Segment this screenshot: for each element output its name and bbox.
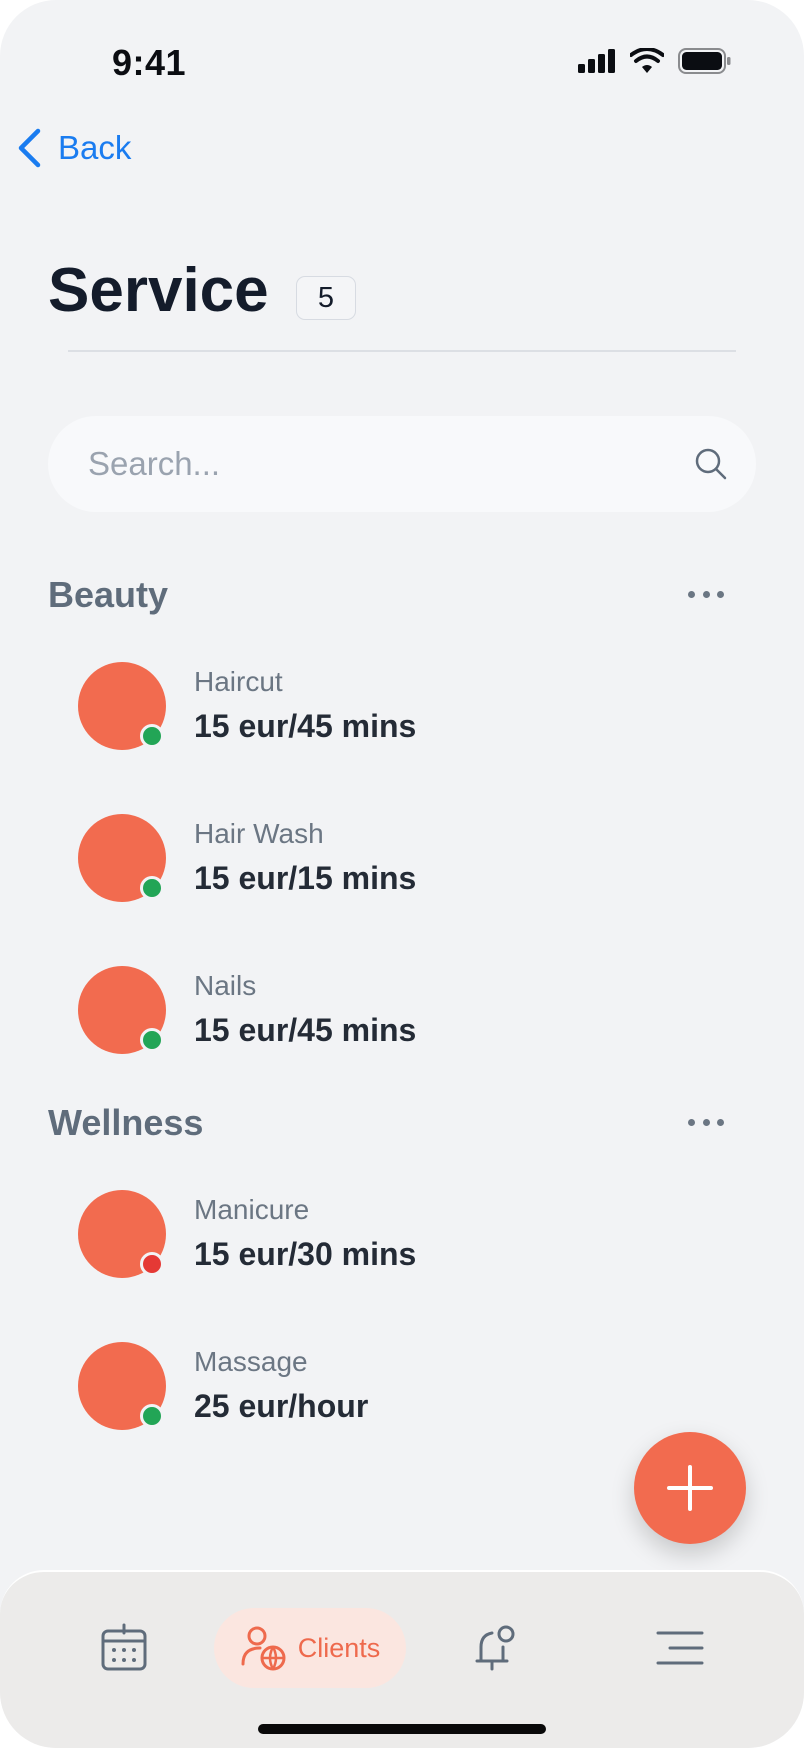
- search-icon[interactable]: [694, 447, 728, 481]
- clients-icon: [241, 1626, 286, 1671]
- plus-icon: [667, 1465, 713, 1511]
- bottom-navigation: Clients: [0, 1570, 804, 1748]
- service-name: Haircut: [194, 666, 283, 697]
- cellular-signal-icon: [578, 49, 615, 73]
- more-dot: [702, 1118, 710, 1126]
- nav-clients-label: Clients: [297, 1632, 381, 1663]
- status-time: 9:41: [112, 42, 187, 83]
- more-dot: [702, 590, 710, 598]
- more-dot: [688, 1118, 695, 1126]
- service-name: Nails: [194, 970, 257, 1001]
- beauty-more-options-button[interactable]: [688, 584, 724, 604]
- service-price: 15 eur/45 mins: [194, 1012, 417, 1048]
- search-input[interactable]: [88, 445, 694, 483]
- menu-icon: [656, 1631, 704, 1665]
- service-count-badge: 5: [296, 276, 356, 320]
- search-bar: [48, 416, 756, 512]
- service-name: Manicure: [194, 1194, 310, 1225]
- more-dot: [717, 590, 724, 598]
- wellness-more-options-button[interactable]: [688, 1112, 724, 1132]
- nav-clients[interactable]: Clients: [214, 1608, 406, 1688]
- service-item-haircut[interactable]: Haircut 15 eur/45 mins: [78, 662, 678, 752]
- service-item-nails[interactable]: Nails 15 eur/45 mins: [78, 966, 678, 1056]
- status-dot: [140, 1252, 164, 1276]
- battery-icon: [678, 48, 731, 74]
- section-title-wellness: Wellness: [48, 1102, 204, 1143]
- more-dot: [688, 590, 695, 598]
- chevron-left-icon: [18, 128, 41, 168]
- service-item-manicure[interactable]: Manicure 15 eur/30 mins: [78, 1190, 678, 1280]
- back-label: Back: [58, 129, 132, 166]
- title-divider: [68, 350, 736, 352]
- nav-notifications[interactable]: [456, 1608, 536, 1688]
- app-screen: 9:41 Back Service 5 Search... Beauty Hai…: [0, 0, 804, 1748]
- service-price: 15 eur/30 mins: [194, 1236, 417, 1272]
- nav-menu[interactable]: [640, 1608, 720, 1688]
- service-item-hair-wash[interactable]: Hair Wash 15 eur/15 mins: [78, 814, 678, 904]
- service-name: Hair Wash: [194, 818, 324, 849]
- status-dot: [140, 724, 164, 748]
- status-dot: [140, 876, 164, 900]
- page-title: Service: [48, 256, 269, 325]
- service-price: 15 eur/45 mins: [194, 708, 417, 744]
- service-name: Massage: [194, 1346, 308, 1377]
- back-button[interactable]: Back: [16, 128, 131, 168]
- service-price: 15 eur/15 mins: [194, 860, 417, 896]
- more-dot: [717, 1118, 724, 1126]
- notification-bell-icon: [475, 1625, 515, 1671]
- add-service-button[interactable]: [634, 1432, 746, 1544]
- service-item-massage[interactable]: Massage 25 eur/hour: [78, 1342, 678, 1432]
- status-icons: [578, 48, 732, 74]
- nav-calendar[interactable]: [84, 1608, 164, 1688]
- calendar-icon: [101, 1623, 147, 1671]
- section-title-beauty: Beauty: [48, 574, 169, 615]
- status-dot: [140, 1028, 164, 1052]
- status-dot: [140, 1404, 164, 1428]
- service-price: 25 eur/hour: [194, 1388, 369, 1424]
- home-indicator: [258, 1724, 546, 1734]
- wifi-icon: [630, 48, 664, 73]
